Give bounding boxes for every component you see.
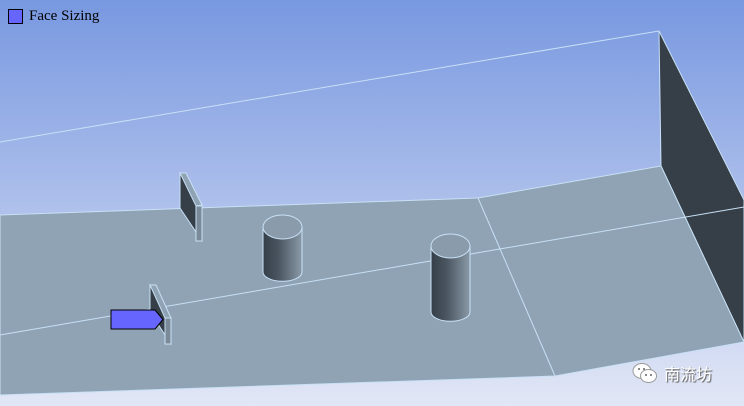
legend-label: Face Sizing <box>29 8 100 24</box>
face-sizing-arrow-marker[interactable] <box>110 309 164 330</box>
wechat-icon <box>632 363 657 383</box>
cylinder-left[interactable] <box>262 214 303 282</box>
legend-swatch <box>8 9 23 24</box>
watermark: 南流坊 <box>632 361 712 385</box>
3d-viewport[interactable] <box>0 0 744 406</box>
watermark-text: 南流坊 <box>664 365 713 384</box>
cylinder-right[interactable] <box>430 233 471 322</box>
legend: Face Sizing <box>8 8 99 25</box>
